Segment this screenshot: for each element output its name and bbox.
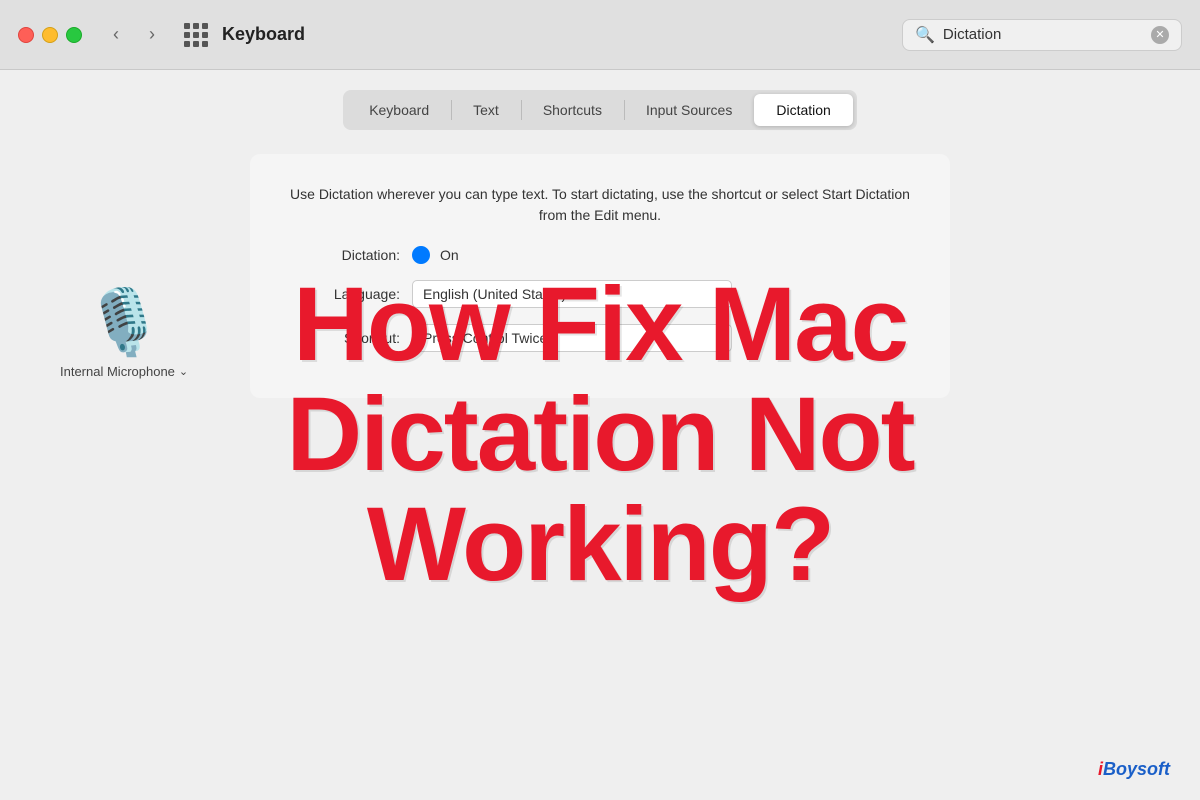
language-label: Language: (290, 286, 400, 302)
fullscreen-button[interactable] (66, 27, 82, 43)
forward-button[interactable]: › (138, 21, 166, 49)
tab-dictation[interactable]: Dictation (754, 94, 852, 126)
tab-text[interactable]: Text (451, 94, 521, 126)
description-text: Use Dictation wherever you can type text… (290, 184, 910, 226)
dictation-toggle-area: On (412, 246, 459, 264)
dictation-label: Dictation: (290, 247, 400, 263)
shortcut-label: Shortcut: (290, 330, 400, 346)
search-clear-button[interactable]: ✕ (1151, 26, 1169, 44)
tab-input-sources[interactable]: Input Sources (624, 94, 754, 126)
branding-suffix: Boysoft (1103, 759, 1170, 779)
microphone-name: Internal Microphone (60, 364, 175, 379)
microphone-area: 🎙️ Internal Microphone ⌄ (60, 290, 188, 379)
main-content: Keyboard Text Shortcuts Input Sources Di… (0, 70, 1200, 800)
tab-keyboard[interactable]: Keyboard (347, 94, 451, 126)
dictation-row: Dictation: On (290, 246, 910, 264)
overlay-line3: Working? (367, 490, 833, 600)
language-row: Language: English (United States) (290, 280, 910, 308)
search-input[interactable]: Dictation (943, 26, 1143, 43)
shortcut-select[interactable]: Press Control Twice (412, 324, 732, 352)
dictation-value: On (440, 247, 459, 263)
branding-text: iBoysoft (1098, 759, 1170, 779)
search-icon: 🔍 (915, 25, 935, 45)
back-button[interactable]: ‹ (102, 21, 130, 49)
microphone-label[interactable]: Internal Microphone ⌄ (60, 364, 188, 379)
search-bar[interactable]: 🔍 Dictation ✕ (902, 19, 1182, 51)
microphone-icon: 🎙️ (84, 290, 164, 354)
close-button[interactable] (18, 27, 34, 43)
language-select-wrapper: English (United States) (412, 280, 732, 308)
grid-icon[interactable] (184, 23, 208, 47)
settings-panel: Use Dictation wherever you can type text… (250, 154, 950, 398)
shortcut-select-wrapper: Press Control Twice (412, 324, 732, 352)
minimize-button[interactable] (42, 27, 58, 43)
microphone-chevron-icon: ⌄ (179, 365, 188, 378)
tab-bar: Keyboard Text Shortcuts Input Sources Di… (343, 90, 857, 130)
nav-buttons: ‹ › (102, 21, 166, 49)
window-title: Keyboard (222, 24, 902, 45)
shortcut-row: Shortcut: Press Control Twice (290, 324, 910, 352)
traffic-lights (18, 27, 82, 43)
dictation-toggle[interactable] (412, 246, 430, 264)
language-select[interactable]: English (United States) (412, 280, 732, 308)
titlebar: ‹ › Keyboard 🔍 Dictation ✕ (0, 0, 1200, 70)
tab-shortcuts[interactable]: Shortcuts (521, 94, 624, 126)
branding: iBoysoft (1098, 759, 1170, 780)
